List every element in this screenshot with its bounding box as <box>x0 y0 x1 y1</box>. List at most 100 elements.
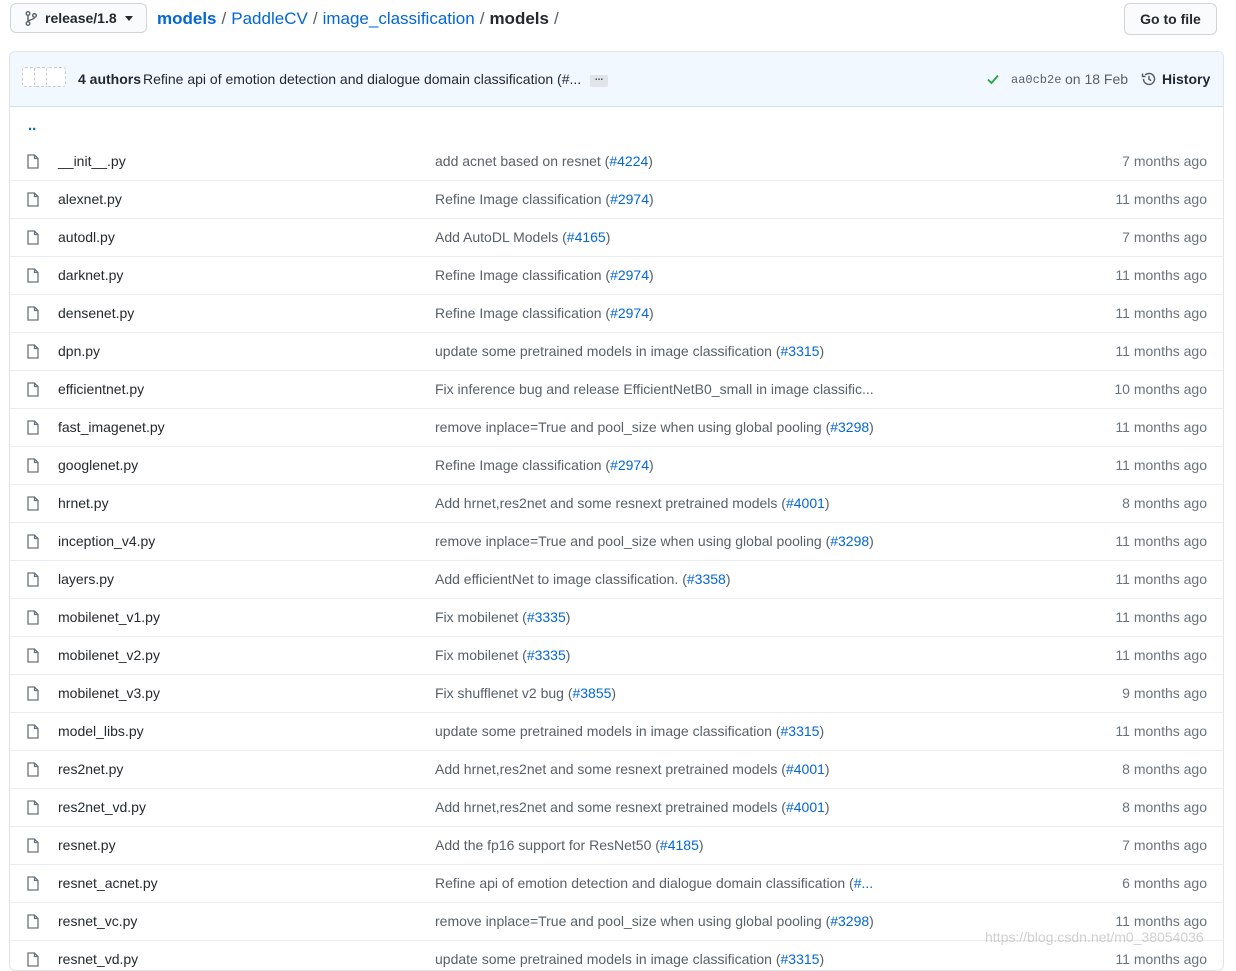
file-name-link[interactable]: model_libs.py <box>58 723 144 739</box>
file-name-link[interactable]: res2net.py <box>58 761 123 777</box>
file-commit-message[interactable]: remove inplace=True and pool_size when u… <box>435 419 874 435</box>
file-commit-message[interactable]: Add the fp16 support for ResNet50 (#4185… <box>435 837 704 853</box>
breadcrumb-image-classification-link[interactable]: image_classification <box>323 9 475 29</box>
pull-request-link[interactable]: #2974 <box>610 191 649 207</box>
file-commit-message[interactable]: remove inplace=True and pool_size when u… <box>435 913 874 929</box>
file-row[interactable]: autodl.py Add AutoDL Models (#4165) 7 mont… <box>10 218 1223 256</box>
file-commit-message[interactable]: Refine Image classification (#2974) <box>435 457 654 473</box>
file-commit-message[interactable]: update some pretrained models in image c… <box>435 951 824 967</box>
pull-request-link[interactable]: #3855 <box>572 685 611 701</box>
commit-message-link[interactable]: Refine api of emotion detection and dial… <box>143 71 581 87</box>
pull-request-link[interactable]: #2974 <box>610 267 649 283</box>
file-name-link[interactable]: darknet.py <box>58 267 123 283</box>
pull-request-link[interactable]: #2974 <box>610 457 649 473</box>
file-commit-message[interactable]: Refine Image classification (#2974) <box>435 191 654 207</box>
pull-request-link[interactable]: #3315 <box>781 951 820 967</box>
file-name-link[interactable]: layers.py <box>58 571 114 587</box>
pull-request-link[interactable]: #4185 <box>660 837 699 853</box>
parent-directory-link[interactable]: .. <box>10 107 1223 143</box>
commit-expand-button[interactable]: ... <box>590 73 608 87</box>
file-commit-message[interactable]: Add hrnet,res2net and some resnext pretr… <box>435 495 830 511</box>
file-commit-message[interactable]: Fix shufflenet v2 bug (#3855) <box>435 685 616 701</box>
file-row[interactable]: resnet_vd.py update some pretrained model… <box>10 940 1223 970</box>
branch-select-button[interactable]: release/1.8 <box>10 3 147 33</box>
file-row[interactable]: res2net_vd.py Add hrnet,res2net and some … <box>10 788 1223 826</box>
breadcrumb-repo-link[interactable]: models <box>157 9 217 29</box>
file-commit-message[interactable]: remove inplace=True and pool_size when u… <box>435 533 874 549</box>
pull-request-link[interactable]: #3298 <box>830 419 869 435</box>
author-avatars[interactable] <box>22 67 72 91</box>
file-commit-message[interactable]: Fix inference bug and release EfficientN… <box>435 381 874 397</box>
file-commit-message[interactable]: Fix mobilenet (#3335) <box>435 609 570 625</box>
pull-request-link[interactable]: #4001 <box>786 799 825 815</box>
file-name-link[interactable]: hrnet.py <box>58 495 109 511</box>
pull-request-link[interactable]: #4165 <box>567 229 606 245</box>
file-name-link[interactable]: mobilenet_v1.py <box>58 609 160 625</box>
file-row[interactable]: googlenet.py Refine Image classification … <box>10 446 1223 484</box>
file-name-link[interactable]: res2net_vd.py <box>58 799 146 815</box>
file-row[interactable]: layers.py Add efficientNet to image class… <box>10 560 1223 598</box>
file-commit-message[interactable]: Fix mobilenet (#3335) <box>435 647 570 663</box>
history-link[interactable]: History <box>1141 71 1210 87</box>
file-row[interactable]: hrnet.py Add hrnet,res2net and some resne… <box>10 484 1223 522</box>
pull-request-link[interactable]: #... <box>854 875 873 891</box>
file-commit-message[interactable]: Add AutoDL Models (#4165) <box>435 229 610 245</box>
file-row[interactable]: densenet.py Refine Image classification (… <box>10 294 1223 332</box>
file-name-link[interactable]: googlenet.py <box>58 457 138 473</box>
file-name-link[interactable]: resnet_acnet.py <box>58 875 158 891</box>
file-commit-message[interactable]: update some pretrained models in image c… <box>435 343 824 359</box>
file-row[interactable]: efficientnet.py Fix inference bug and rel… <box>10 370 1223 408</box>
breadcrumb-paddlecv-link[interactable]: PaddleCV <box>231 9 308 29</box>
file-name-link[interactable]: mobilenet_v3.py <box>58 685 160 701</box>
pull-request-link[interactable]: #3335 <box>527 647 566 663</box>
pull-request-link[interactable]: #3358 <box>687 571 726 587</box>
file-name-link[interactable]: __init__.py <box>58 153 126 169</box>
file-row[interactable]: mobilenet_v1.py Fix mobilenet (#3335) 11 m… <box>10 598 1223 636</box>
file-commit-message[interactable]: add acnet based on resnet (#4224) <box>435 153 653 169</box>
file-name-link[interactable]: dpn.py <box>58 343 100 359</box>
file-name-link[interactable]: resnet_vc.py <box>58 913 137 929</box>
file-row[interactable]: fast_imagenet.py remove inplace=True and … <box>10 408 1223 446</box>
file-name-link[interactable]: efficientnet.py <box>58 381 144 397</box>
pull-request-link[interactable]: #3335 <box>527 609 566 625</box>
commit-authors-link[interactable]: 4 authors <box>78 71 141 87</box>
file-row[interactable]: model_libs.py update some pretrained mode… <box>10 712 1223 750</box>
file-name-link[interactable]: alexnet.py <box>58 191 122 207</box>
file-name-link[interactable]: autodl.py <box>58 229 115 245</box>
pull-request-link[interactable]: #4224 <box>609 153 648 169</box>
file-row[interactable]: inception_v4.py remove inplace=True and p… <box>10 522 1223 560</box>
file-commit-message[interactable]: Refine Image classification (#2974) <box>435 305 654 321</box>
go-to-file-button[interactable]: Go to file <box>1124 3 1217 35</box>
file-row[interactable]: resnet.py Add the fp16 support for ResNet… <box>10 826 1223 864</box>
file-commit-message[interactable]: Add hrnet,res2net and some resnext pretr… <box>435 761 830 777</box>
file-row[interactable]: darknet.py Refine Image classification (#… <box>10 256 1223 294</box>
file-name-link[interactable]: resnet_vd.py <box>58 951 138 967</box>
file-row[interactable]: mobilenet_v2.py Fix mobilenet (#3335) 11 m… <box>10 636 1223 674</box>
commit-sha-link[interactable]: aa0cb2e <box>1011 73 1061 87</box>
pull-request-link[interactable]: #3315 <box>781 343 820 359</box>
file-commit-message[interactable]: Refine Image classification (#2974) <box>435 267 654 283</box>
file-commit-message[interactable]: Refine api of emotion detection and dial… <box>435 875 873 891</box>
file-row[interactable]: dpn.py update some pretrained models in i… <box>10 332 1223 370</box>
file-name-link[interactable]: mobilenet_v2.py <box>58 647 160 663</box>
pull-request-link[interactable]: #3298 <box>830 913 869 929</box>
file-row[interactable]: resnet_vc.py remove inplace=True and pool… <box>10 902 1223 940</box>
file-icon <box>27 686 39 701</box>
file-commit-message[interactable]: Add efficientNet to image classification… <box>435 571 730 587</box>
file-name-link[interactable]: resnet.py <box>58 837 116 853</box>
pull-request-link[interactable]: #3315 <box>781 723 820 739</box>
file-commit-message[interactable]: update some pretrained models in image c… <box>435 723 824 739</box>
pull-request-link[interactable]: #3298 <box>830 533 869 549</box>
file-commit-message[interactable]: Add hrnet,res2net and some resnext pretr… <box>435 799 830 815</box>
file-name-link[interactable]: fast_imagenet.py <box>58 419 165 435</box>
file-row[interactable]: alexnet.py Refine Image classification (#… <box>10 180 1223 218</box>
file-row[interactable]: mobilenet_v3.py Fix shufflenet v2 bug (#3… <box>10 674 1223 712</box>
pull-request-link[interactable]: #4001 <box>786 761 825 777</box>
file-row[interactable]: __init__.py add acnet based on resnet (#4… <box>10 143 1223 180</box>
file-name-link[interactable]: inception_v4.py <box>58 533 155 549</box>
pull-request-link[interactable]: #4001 <box>786 495 825 511</box>
file-name-link[interactable]: densenet.py <box>58 305 134 321</box>
pull-request-link[interactable]: #2974 <box>610 305 649 321</box>
file-row[interactable]: resnet_acnet.py Refine api of emotion det… <box>10 864 1223 902</box>
file-row[interactable]: res2net.py Add hrnet,res2net and some res… <box>10 750 1223 788</box>
